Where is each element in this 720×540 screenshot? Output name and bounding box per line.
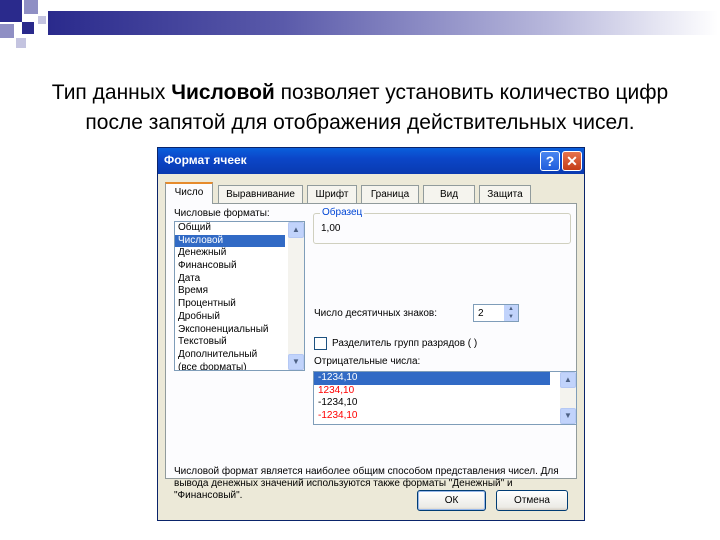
question-mark-icon: ? bbox=[545, 153, 555, 169]
sample-group: Образец 1,00 bbox=[313, 207, 571, 244]
format-item[interactable]: Дополнительный bbox=[175, 349, 304, 362]
tab-fill[interactable]: Вид bbox=[423, 185, 475, 203]
format-item[interactable]: Общий bbox=[175, 222, 304, 235]
sample-value: 1,00 bbox=[321, 223, 341, 234]
ok-button[interactable]: ОК bbox=[417, 490, 486, 511]
negative-option[interactable]: 1234,10 bbox=[314, 385, 576, 398]
format-item[interactable]: Дата bbox=[175, 273, 304, 286]
slide-line-2: после запятой для отображения действител… bbox=[85, 111, 635, 134]
dialog-title: Формат ячеек bbox=[164, 153, 247, 167]
tab-protection[interactable]: Защита bbox=[479, 185, 531, 203]
format-item[interactable]: Финансовый bbox=[175, 260, 304, 273]
formats-listbox[interactable]: Общий Числовой Денежный Финансовый Дата … bbox=[174, 221, 305, 371]
format-item[interactable]: (все форматы) bbox=[175, 362, 304, 370]
separator-label[interactable]: Разделитель групп разрядов ( ) bbox=[332, 338, 477, 349]
decimals-label: Число десятичных знаков: bbox=[314, 308, 438, 319]
formats-label: Числовые форматы: bbox=[174, 208, 270, 219]
negative-option-selected[interactable]: -1234,10 bbox=[314, 372, 550, 385]
close-button[interactable]: ✕ bbox=[562, 151, 582, 171]
decor-square-6 bbox=[38, 16, 46, 24]
dialog-titlebar[interactable]: Формат ячеек ? ✕ bbox=[158, 148, 584, 174]
decor-square-4 bbox=[22, 22, 34, 34]
format-item[interactable]: Экспоненциальный bbox=[175, 324, 304, 337]
negative-scrollbar[interactable]: ▲ ▼ bbox=[560, 372, 576, 424]
negative-numbers-listbox[interactable]: -1234,10 1234,10 -1234,10 -1234,10 ▲ ▼ bbox=[313, 371, 577, 425]
tab-font[interactable]: Шрифт bbox=[307, 185, 357, 203]
negative-option[interactable]: -1234,10 bbox=[314, 410, 576, 423]
decor-square-3 bbox=[0, 24, 14, 38]
separator-checkbox[interactable] bbox=[314, 337, 327, 350]
help-button[interactable]: ? bbox=[540, 151, 560, 171]
format-item[interactable]: Процентный bbox=[175, 298, 304, 311]
scroll-down-icon[interactable]: ▼ bbox=[560, 408, 576, 424]
sample-label: Образец bbox=[320, 207, 365, 218]
cancel-button[interactable]: Отмена bbox=[496, 490, 568, 511]
decor-square-1 bbox=[0, 0, 22, 22]
decor-square-5 bbox=[16, 38, 26, 48]
negative-label: Отрицательные числа: bbox=[314, 356, 421, 367]
tab-alignment[interactable]: Выравнивание bbox=[218, 185, 303, 203]
spin-down-icon[interactable]: ▼ bbox=[504, 313, 518, 321]
decor-top-bar bbox=[48, 11, 718, 35]
format-item[interactable]: Текстовый bbox=[175, 336, 304, 349]
decimals-value[interactable]: 2 bbox=[478, 308, 484, 319]
decimals-spinner[interactable]: 2 ▲ ▼ bbox=[473, 304, 519, 322]
format-item[interactable]: Время bbox=[175, 285, 304, 298]
tab-number[interactable]: Число bbox=[165, 182, 213, 204]
formats-scrollbar[interactable]: ▲ ▼ bbox=[288, 222, 304, 370]
format-item[interactable]: Дробный bbox=[175, 311, 304, 324]
scroll-up-icon[interactable]: ▲ bbox=[288, 222, 304, 238]
spin-up-icon[interactable]: ▲ bbox=[504, 305, 518, 313]
tab-panel-number: Числовые форматы: Общий Числовой Денежны… bbox=[165, 203, 577, 501]
decor-square-2 bbox=[24, 0, 38, 14]
format-cells-dialog: Формат ячеек ? ✕ Число Выравнивание Шриф… bbox=[157, 147, 585, 521]
tab-border[interactable]: Граница bbox=[361, 185, 419, 203]
slide-bold-word: Числовой bbox=[171, 81, 275, 104]
negative-option[interactable]: -1234,10 bbox=[314, 397, 576, 410]
slide-text: Тип данных Числовой позволяет установить… bbox=[0, 78, 720, 138]
format-item[interactable]: Денежный bbox=[175, 247, 304, 260]
format-item-selected[interactable]: Числовой bbox=[175, 234, 285, 248]
scroll-up-icon[interactable]: ▲ bbox=[560, 372, 576, 388]
close-x-icon: ✕ bbox=[566, 153, 578, 169]
slide-line-1: Тип данных Числовой позволяет установить… bbox=[51, 81, 669, 104]
scroll-down-icon[interactable]: ▼ bbox=[288, 354, 304, 370]
